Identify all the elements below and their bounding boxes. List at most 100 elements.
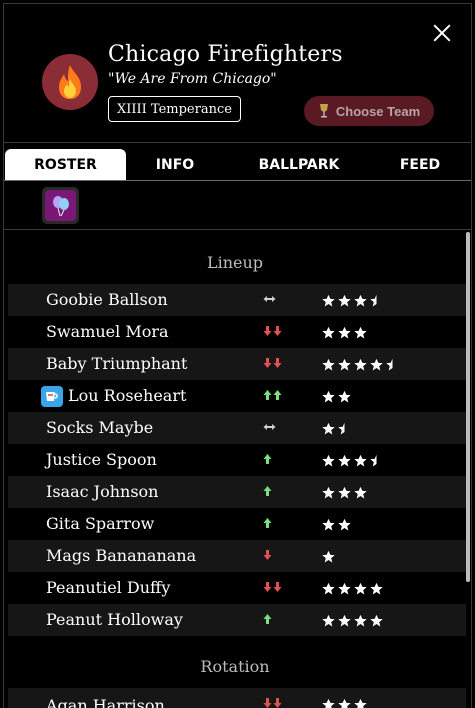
player-trend <box>263 325 282 339</box>
fire-icon <box>53 63 87 101</box>
arrow-down-icon <box>263 357 272 369</box>
lineup-rows: Goobie BallsonSwamuel MoraBaby Triumphan… <box>4 284 466 636</box>
player-name[interactable]: Swamuel Mora <box>46 316 169 348</box>
team-name: Chicago Firefighters <box>108 42 343 67</box>
star-icon <box>354 358 367 371</box>
tabs-underline <box>4 180 471 181</box>
player-row[interactable]: Baby Triumphant <box>8 348 466 380</box>
lineup-heading: Lineup <box>4 232 466 284</box>
player-row[interactable]: Gita Sparrow <box>8 508 466 540</box>
player-trend <box>263 389 282 403</box>
roster-list: Lineup Goobie BallsonSwamuel MoraBaby Tr… <box>4 232 466 708</box>
star-icon <box>370 358 383 371</box>
star-icon <box>354 614 367 627</box>
half-star-icon <box>338 422 351 435</box>
star-icon <box>338 294 351 307</box>
player-trend <box>263 357 282 371</box>
player-row[interactable]: Swamuel Mora <box>8 316 466 348</box>
arrow-down-icon <box>263 549 272 561</box>
player-name[interactable]: Mags Banananana <box>46 540 196 572</box>
player-trend <box>263 421 276 435</box>
player-trend <box>263 613 272 627</box>
arrow-down-icon <box>273 697 282 708</box>
player-trend <box>263 581 282 595</box>
star-icon <box>322 422 335 435</box>
star-icon <box>322 614 335 627</box>
half-star-icon <box>370 454 383 467</box>
player-stars <box>322 549 335 563</box>
player-name[interactable]: Justice Spoon <box>46 444 157 476</box>
star-icon <box>354 698 367 708</box>
choose-team-button[interactable]: Choose Team <box>304 96 434 126</box>
player-name[interactable]: Peanut Holloway <box>46 604 183 636</box>
tab-info[interactable]: INFO <box>140 149 210 181</box>
player-name[interactable]: Goobie Ballson <box>46 284 168 316</box>
player-name[interactable]: Gita Sparrow <box>46 508 154 540</box>
arrow-up-icon <box>263 613 272 625</box>
star-icon <box>338 486 351 499</box>
arrow-down-icon <box>273 581 282 593</box>
star-icon <box>354 454 367 467</box>
choose-team-label: Choose Team <box>336 104 420 119</box>
star-icon <box>322 326 335 339</box>
scrollbar-thumb[interactable] <box>466 232 470 582</box>
player-stars <box>322 421 351 435</box>
neutral-arrow-icon <box>263 421 276 433</box>
player-row[interactable]: Isaac Johnson <box>8 476 466 508</box>
star-icon <box>370 614 383 627</box>
team-item-slot[interactable] <box>42 187 79 224</box>
player-row[interactable]: Socks Maybe <box>8 412 466 444</box>
star-icon <box>338 518 351 531</box>
star-icon <box>354 326 367 339</box>
player-stars <box>322 357 399 371</box>
star-icon <box>322 294 335 307</box>
rotation-rows: Agan Harrison <box>4 688 466 708</box>
star-icon <box>322 486 335 499</box>
player-stars <box>322 293 383 307</box>
tab-feed[interactable]: FEED <box>392 149 448 181</box>
player-name[interactable]: Lou Roseheart <box>68 380 186 412</box>
player-trend <box>263 293 276 307</box>
player-name[interactable]: Isaac Johnson <box>46 476 158 508</box>
player-trend <box>263 697 282 708</box>
tab-ballpark[interactable]: BALLPARK <box>249 149 349 181</box>
team-emoji <box>42 54 98 110</box>
star-icon <box>322 454 335 467</box>
close-icon[interactable] <box>431 22 453 44</box>
player-name[interactable]: Agan Harrison <box>46 690 165 708</box>
player-stars <box>322 325 367 339</box>
team-slogan: "We Are From Chicago" <box>108 71 277 87</box>
player-name[interactable]: Socks Maybe <box>46 412 153 444</box>
arrow-down-icon <box>273 357 282 369</box>
tab-roster[interactable]: ROSTER <box>5 149 126 181</box>
balloons-icon <box>45 190 76 221</box>
star-icon <box>338 390 351 403</box>
half-star-icon <box>386 358 399 371</box>
player-row[interactable]: Justice Spoon <box>8 444 466 476</box>
player-name[interactable]: Baby Triumphant <box>46 348 187 380</box>
player-name[interactable]: Peanutiel Duffy <box>46 572 170 604</box>
player-trend <box>263 517 272 531</box>
player-stars <box>322 453 383 467</box>
header-divider <box>4 142 471 143</box>
player-stars <box>322 517 351 531</box>
arrow-down-icon <box>273 325 282 337</box>
star-icon <box>338 358 351 371</box>
player-row[interactable]: Goobie Ballson <box>8 284 466 316</box>
star-icon <box>370 582 383 595</box>
player-row[interactable]: Peanut Holloway <box>8 604 466 636</box>
player-trend <box>263 485 272 499</box>
star-icon <box>322 518 335 531</box>
star-icon <box>322 550 335 563</box>
arrow-down-icon <box>263 697 272 708</box>
player-row[interactable]: Lou Roseheart <box>8 380 466 412</box>
star-icon <box>338 326 351 339</box>
player-row[interactable]: Mags Banananana <box>8 540 466 572</box>
player-row[interactable]: Peanutiel Duffy <box>8 572 466 604</box>
star-icon <box>338 614 351 627</box>
arrow-up-icon <box>263 389 272 401</box>
player-stars <box>322 389 351 403</box>
player-row[interactable]: Agan Harrison <box>8 688 466 708</box>
player-stars <box>322 697 367 708</box>
star-icon <box>322 698 335 708</box>
